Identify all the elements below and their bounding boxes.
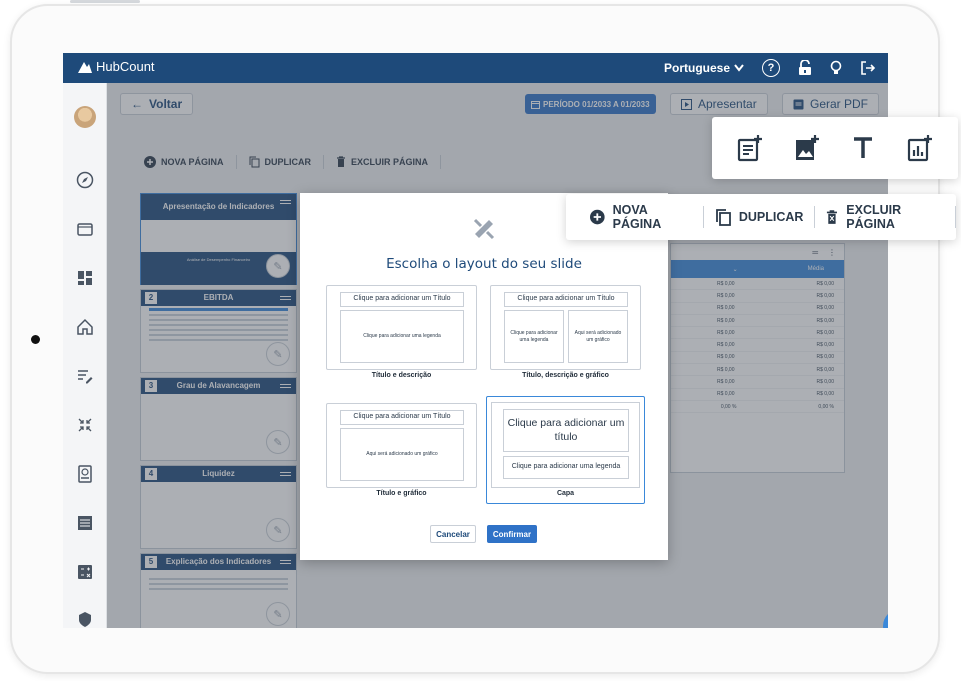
plus-circle-icon bbox=[590, 209, 605, 225]
duplicate-button[interactable]: DUPLICAR bbox=[715, 208, 804, 226]
design-tools-icon bbox=[473, 218, 495, 240]
layout-caption: Título, descrição e gráfico bbox=[522, 372, 609, 379]
compass-icon[interactable] bbox=[76, 171, 94, 189]
duplicate-label: DUPLICAR bbox=[738, 210, 804, 224]
cancel-button[interactable]: Cancelar bbox=[430, 525, 476, 543]
modal-title: Escolha o layout do seu slide bbox=[386, 256, 582, 272]
language-label: Portuguese bbox=[663, 61, 730, 75]
layout-body-box: Aqui será adicionado um gráfico bbox=[340, 428, 464, 481]
logo[interactable]: HubCount bbox=[77, 59, 155, 74]
layout-caption: Título e descrição bbox=[371, 372, 432, 379]
delete-page-button[interactable]: EXCLUIR PÁGINA bbox=[826, 203, 944, 231]
new-page-button[interactable]: NOVA PÁGINA bbox=[590, 203, 692, 231]
confirm-button[interactable]: Confirmar bbox=[487, 525, 537, 543]
edit-list-icon[interactable] bbox=[76, 367, 94, 385]
wallet-icon[interactable] bbox=[76, 220, 94, 238]
layout-modal: Escolha o layout do seu slide Clique par… bbox=[300, 193, 668, 560]
top-edge-mark bbox=[70, 0, 140, 3]
layout-title-box: Clique para adicionar um título bbox=[503, 409, 629, 452]
add-image-icon[interactable] bbox=[792, 133, 822, 163]
logout-icon[interactable] bbox=[860, 60, 876, 76]
layout-title-box: Clique para adicionar um Título bbox=[340, 292, 464, 307]
layout-body-box: Clique para adicionar uma legenda bbox=[503, 456, 629, 479]
add-chart-icon[interactable] bbox=[905, 133, 935, 163]
lightbulb-icon[interactable] bbox=[830, 60, 842, 76]
toolbar-divider bbox=[955, 206, 956, 228]
top-right-actions: Portuguese ? bbox=[664, 53, 876, 83]
toolbar-divider bbox=[702, 206, 704, 228]
new-page-label: NOVA PÁGINA bbox=[612, 203, 662, 231]
language-selector[interactable]: Portuguese bbox=[664, 61, 744, 75]
layout-title-description[interactable]: Clique para adicionar um Título Clique p… bbox=[326, 285, 477, 370]
layout-title-box: Clique para adicionar um Título bbox=[340, 410, 464, 425]
tablet-camera bbox=[31, 335, 40, 344]
chevron-down-icon bbox=[734, 64, 744, 72]
help-icon[interactable]: ? bbox=[762, 59, 780, 77]
logo-text: HubCount bbox=[96, 59, 155, 74]
spreadsheet-icon[interactable] bbox=[76, 514, 94, 532]
layout-left-box: Clique para adicionar uma legenda bbox=[504, 310, 564, 363]
layout-title-box: Clique para adicionar um Título bbox=[504, 292, 628, 307]
insert-element-toolbar bbox=[712, 117, 958, 179]
unlock-icon[interactable] bbox=[798, 60, 812, 76]
text-icon[interactable] bbox=[848, 133, 878, 163]
calculator-icon[interactable] bbox=[76, 563, 94, 581]
copy-icon bbox=[715, 209, 731, 226]
dashboard-icon[interactable] bbox=[76, 269, 94, 287]
layout-right-box: Aqui será adicionado um gráfico bbox=[568, 310, 628, 363]
report-icon[interactable] bbox=[76, 465, 94, 483]
page-actions-toolbar: NOVA PÁGINA DUPLICAR EXCLUIR PÁGINA bbox=[566, 194, 956, 240]
sidebar bbox=[63, 83, 107, 628]
layout-body-box: Clique para adicionar uma legenda bbox=[340, 310, 464, 363]
layout-caption: Capa bbox=[556, 490, 575, 497]
toolbar-divider bbox=[814, 206, 816, 228]
logo-icon bbox=[78, 61, 92, 73]
layout-caption: Título e gráfico bbox=[376, 490, 427, 497]
avatar[interactable] bbox=[74, 106, 96, 128]
layout-title-description-chart[interactable]: Clique para adicionar um Título Clique p… bbox=[490, 285, 641, 370]
top-bar: HubCount Portuguese ? bbox=[63, 53, 888, 83]
layout-title-chart[interactable]: Clique para adicionar um Título Aqui ser… bbox=[326, 403, 477, 488]
collapse-arrows-icon[interactable] bbox=[76, 416, 94, 434]
delete-page-label: EXCLUIR PÁGINA bbox=[846, 203, 902, 231]
add-text-block-icon[interactable] bbox=[735, 133, 765, 163]
shield-icon[interactable] bbox=[76, 610, 94, 628]
home-icon[interactable] bbox=[76, 318, 94, 336]
layout-cover[interactable]: Clique para adicionar um título Clique p… bbox=[486, 396, 645, 504]
trash-icon bbox=[827, 210, 838, 224]
